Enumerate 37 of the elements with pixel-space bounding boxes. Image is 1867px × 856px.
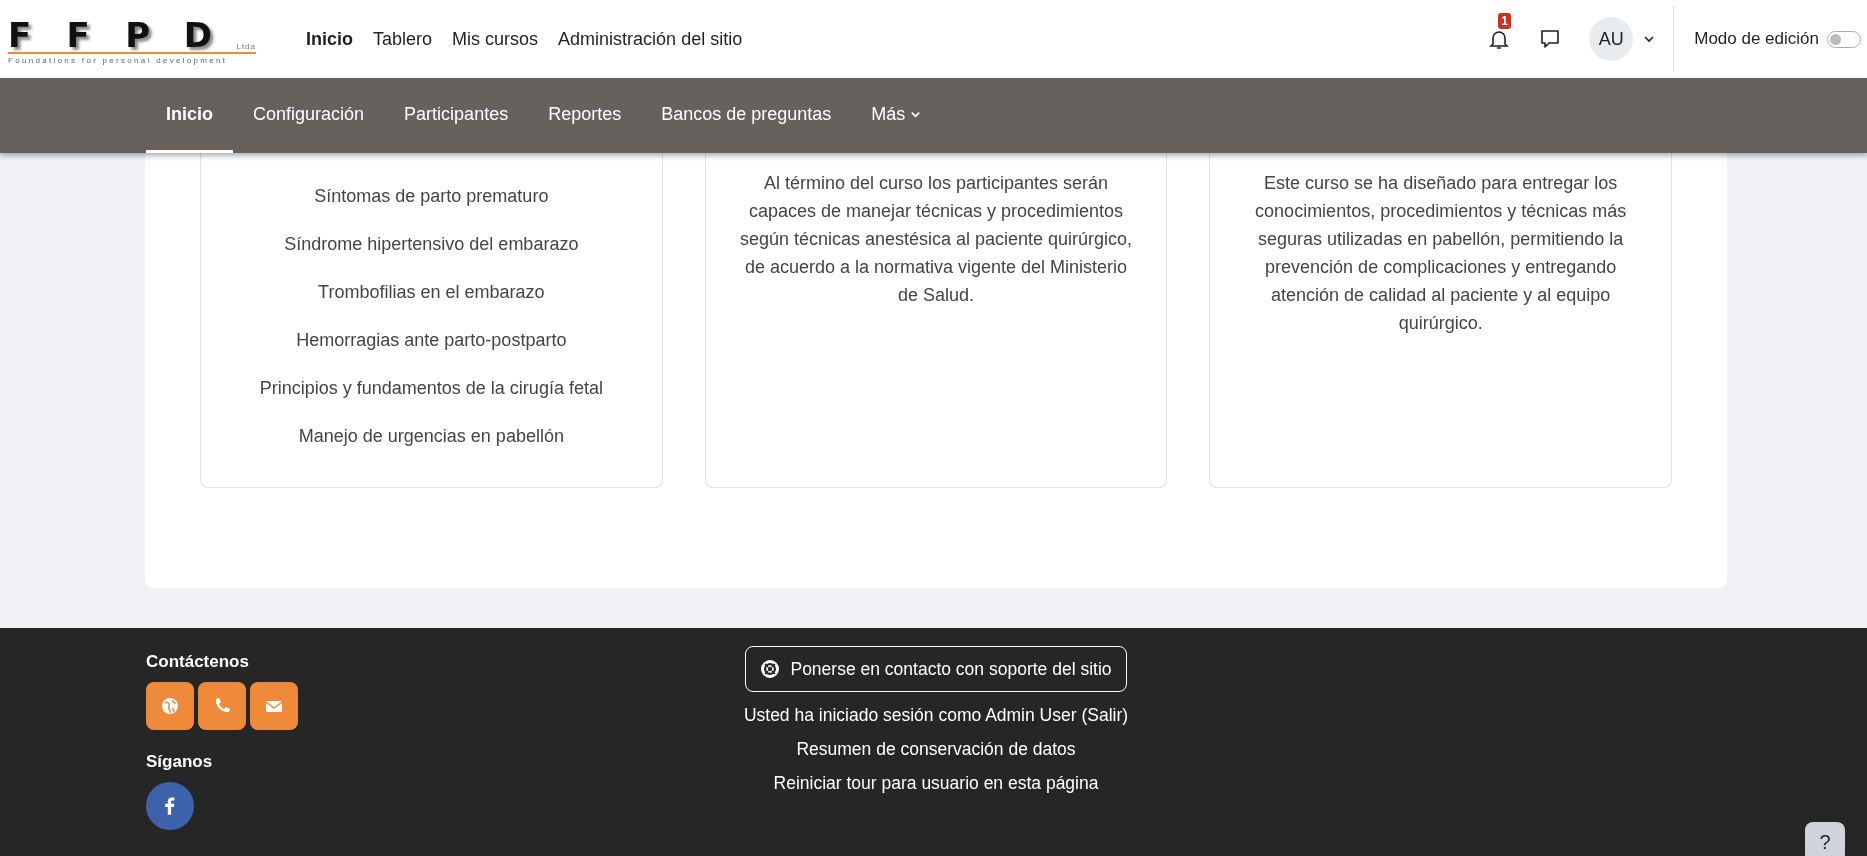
- nav-link[interactable]: Administración del sitio: [558, 28, 743, 50]
- course-tab[interactable]: Reportes: [528, 78, 642, 153]
- nav-link[interactable]: Inicio: [306, 28, 353, 50]
- course-description: Este curso se ha diseñado para entregar los conocimientos, procedimientos y técnicas más seguras utilizadas en pabellón, permitiendo la prevención de complicaciones y entregando atención de calidad al paciente y al equipo quirúrgico.: [1254, 172, 1628, 335]
- caret-icon[interactable]: [1643, 33, 1656, 45]
- chat-icon[interactable]: [1539, 28, 1562, 50]
- topic-item: Hemorragias ante parto-postparto: [295, 329, 568, 351]
- section-title: Síganos: [146, 752, 214, 772]
- course-tab[interactable]: Configuración: [233, 78, 385, 153]
- course-tab[interactable]: Bancos de preguntas: [641, 78, 852, 153]
- logo[interactable]: F F P D Ltda Foundations for personal development: [8, 13, 256, 65]
- section-title: Contáctenos: [146, 652, 250, 672]
- help-button[interactable]: ?: [1805, 822, 1845, 856]
- nav-link[interactable]: Mis cursos: [452, 28, 539, 50]
- notification-badge: 1: [1498, 13, 1511, 29]
- facebook-button[interactable]: [146, 782, 194, 830]
- topic-item: Manejo de urgencias en pabellón: [297, 425, 565, 447]
- footer-link[interactable]: Reiniciar tour para usuario en esta página: [773, 773, 1099, 794]
- course-tab[interactable]: Participantes: [384, 78, 529, 153]
- topic-item: Síntomas de parto prematuro: [313, 185, 550, 207]
- footer-link[interactable]: Resumen de conservación de datos: [796, 739, 1076, 760]
- globe-button[interactable]: [146, 682, 194, 730]
- course-tab[interactable]: Más: [851, 78, 942, 153]
- topic-item: Trombofilias en el embarazo: [317, 281, 546, 303]
- edit-mode-label: Modo de edición: [1694, 29, 1819, 49]
- course-description: Al término del curso los participantes serán capaces de manejar técnicas y procedimientos según técnicas anestésica al paciente quirúrgico, de acuerdo a la normativa vigente del Ministerio de Salud.: [738, 172, 1134, 307]
- nav-link[interactable]: Tablero: [373, 28, 433, 50]
- support-button[interactable]: Ponerse en contacto con soporte del sitio: [745, 646, 1127, 692]
- logout-link[interactable]: Salir: [1087, 705, 1123, 725]
- globe-icon: [160, 696, 180, 716]
- phone-button[interactable]: [198, 682, 246, 730]
- login-info: Usted ha iniciado sesión como Admin User (Salir): [743, 705, 1129, 726]
- mail-button[interactable]: [250, 682, 298, 730]
- topic-item: Síndrome hipertensivo del embarazo: [283, 233, 580, 255]
- user-avatar[interactable]: AU: [1589, 17, 1634, 61]
- lifebuoy-icon: [760, 659, 781, 679]
- topic-item: Principios y fundamentos de la cirugía fetal: [258, 377, 604, 399]
